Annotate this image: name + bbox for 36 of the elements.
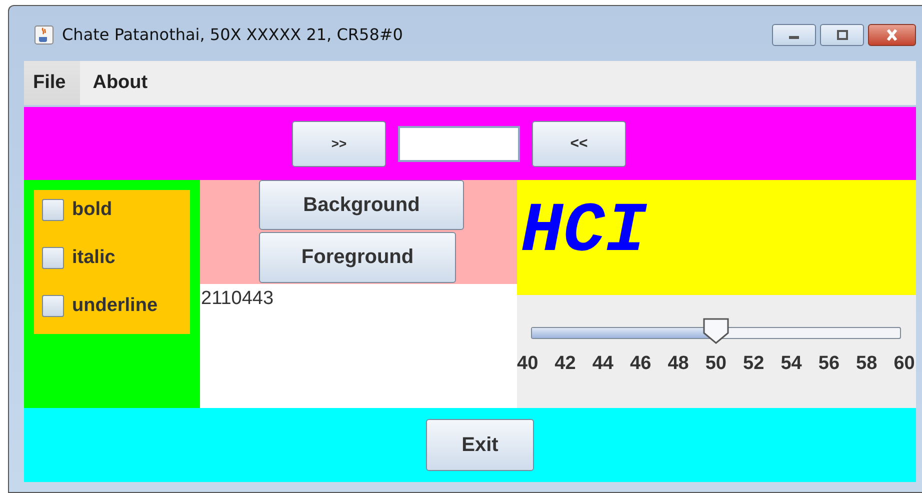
input-field[interactable] [398, 126, 520, 162]
checkbox-label[interactable]: italic [72, 247, 116, 269]
close-icon [884, 28, 900, 40]
close-button[interactable] [868, 24, 916, 46]
foreground-button[interactable]: Foreground [259, 232, 456, 283]
tick-label: 44 [592, 353, 614, 375]
preview-text: HCI [521, 193, 648, 272]
checkbox[interactable] [42, 295, 64, 317]
background-button[interactable]: Background [259, 180, 464, 230]
tick-label: 42 [554, 353, 576, 375]
menu-item[interactable]: File [24, 61, 80, 105]
maximize-icon [835, 30, 849, 40]
menu-item[interactable]: About [80, 61, 161, 105]
tick-label: 48 [668, 353, 689, 375]
tick-label: 54 [780, 353, 802, 375]
minimize-icon [789, 36, 799, 39]
checkbox-label[interactable]: bold [72, 199, 112, 221]
minimize-button[interactable] [772, 24, 816, 46]
tick-label: 56 [818, 353, 840, 375]
maximize-button[interactable] [820, 24, 864, 46]
tick-label: 52 [743, 353, 764, 375]
window-title: Chate Patanothai, 50X XXXXX 21, CR58#0 [62, 25, 403, 44]
tick-label: 58 [856, 353, 878, 375]
tick-label: 40 [517, 353, 538, 375]
previous-button[interactable]: << [532, 120, 626, 166]
tick-label: 46 [630, 353, 652, 375]
exit-button[interactable]: Exit [426, 419, 534, 471]
tick-label: 60 [894, 353, 915, 375]
checkbox[interactable] [42, 199, 64, 221]
slider-thumb[interactable] [702, 318, 730, 344]
tick-label: 50 [705, 353, 726, 375]
coffee-cup-icon [34, 24, 54, 44]
checkbox[interactable] [42, 247, 64, 269]
next-button[interactable]: >> [292, 120, 386, 166]
checkbox-label[interactable]: underline [72, 295, 158, 317]
output-text: 2110443 [201, 288, 274, 309]
